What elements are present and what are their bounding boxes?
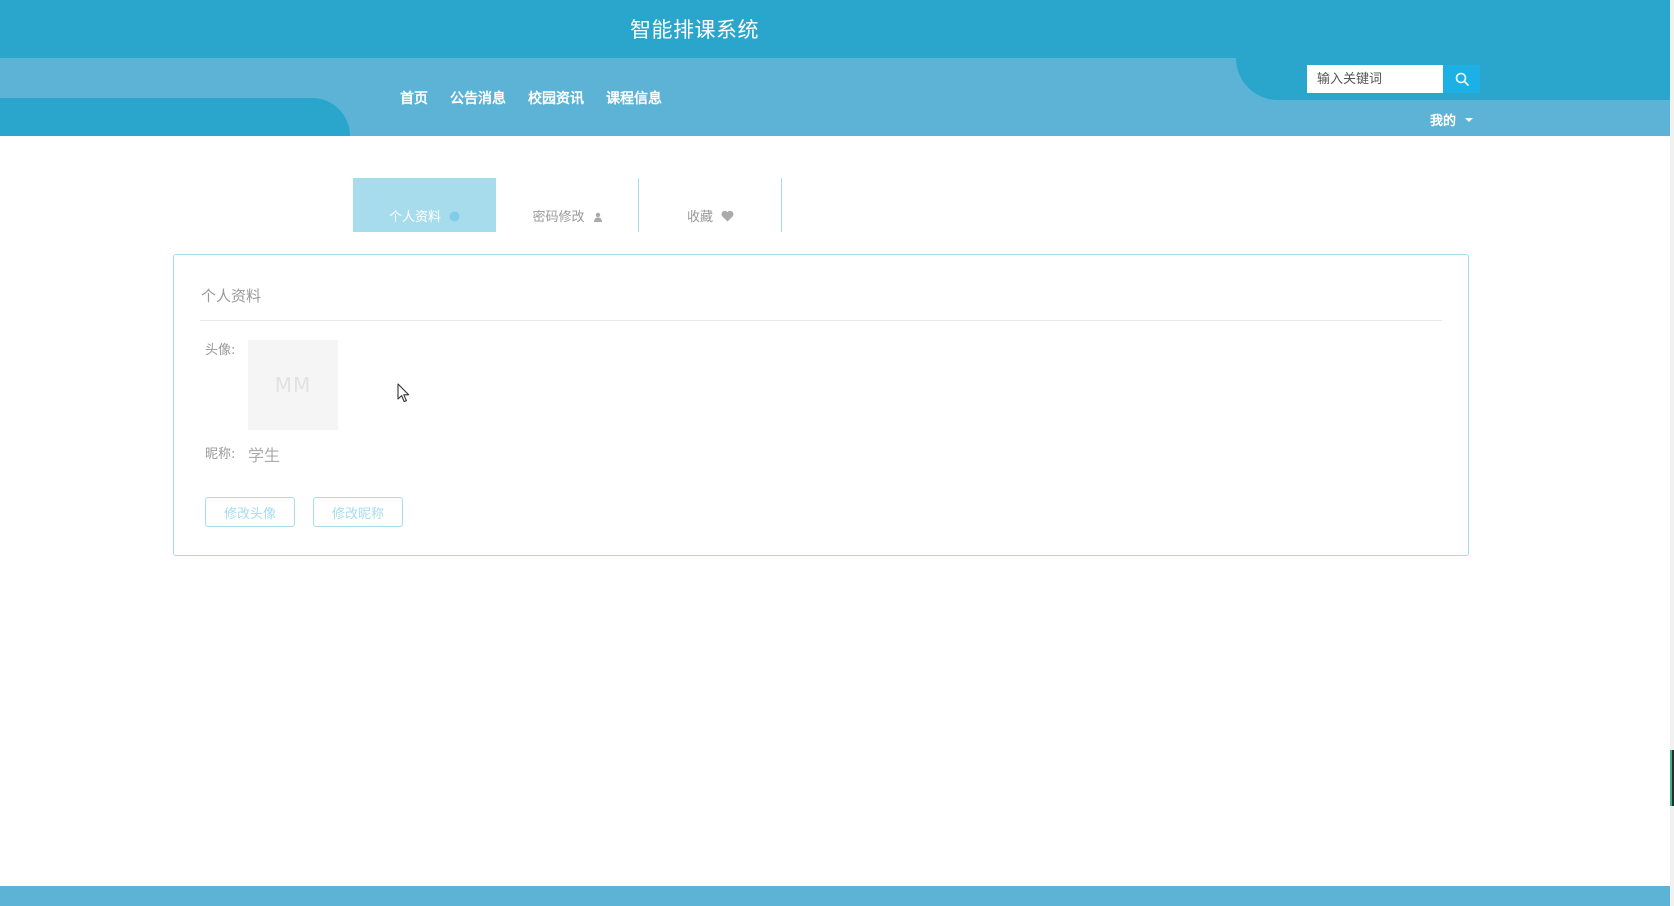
- nickname-label: 昵称:: [205, 447, 236, 462]
- change-avatar-button[interactable]: 修改头像: [205, 497, 295, 527]
- nav-course-info[interactable]: 课程信息: [606, 88, 662, 108]
- user-menu-label: 我的: [1430, 114, 1457, 129]
- footer-bar: [0, 886, 1670, 906]
- search-button[interactable]: [1443, 65, 1480, 93]
- tab-profile-label: 个人资料: [388, 210, 441, 225]
- top-bar: 智能排课系统: [0, 0, 1674, 58]
- side-widget[interactable]: [1670, 750, 1674, 806]
- site-title: 智能排课系统: [630, 18, 759, 42]
- caret-down-icon: [1465, 117, 1474, 122]
- change-nickname-button[interactable]: 修改昵称: [313, 497, 403, 527]
- profile-panel: 个人资料 头像: MM 昵称: 学生 修改头像 修改昵称: [173, 254, 1469, 556]
- avatar-label: 头像:: [205, 343, 236, 358]
- tab-profile[interactable]: 个人资料: [353, 178, 496, 232]
- left-decoration: [0, 98, 350, 136]
- user-icon: [593, 212, 603, 225]
- nav-campus-news[interactable]: 校园资讯: [528, 88, 584, 108]
- panel-title: 个人资料: [201, 287, 262, 305]
- tab-divider: [781, 178, 782, 232]
- mouse-cursor-icon: [397, 383, 410, 403]
- avatar: MM: [248, 340, 338, 430]
- heart-icon: [721, 210, 734, 225]
- user-menu[interactable]: 我的: [1430, 110, 1474, 129]
- nickname-value: 学生: [248, 446, 281, 465]
- main-nav: 首页 公告消息 校园资讯 课程信息: [400, 88, 684, 108]
- divider: [200, 320, 1442, 321]
- tab-password-label: 密码修改: [532, 210, 585, 225]
- tab-favorites-label: 收藏: [686, 210, 713, 225]
- tab-password[interactable]: 密码修改: [496, 178, 639, 232]
- search-input[interactable]: [1307, 65, 1443, 93]
- info-icon: [449, 211, 460, 225]
- nav-announcements[interactable]: 公告消息: [450, 88, 506, 108]
- nav-home[interactable]: 首页: [400, 88, 428, 108]
- search-icon: [1455, 72, 1469, 86]
- avatar-placeholder-text: MM: [274, 373, 312, 397]
- tab-favorites[interactable]: 收藏: [639, 178, 782, 232]
